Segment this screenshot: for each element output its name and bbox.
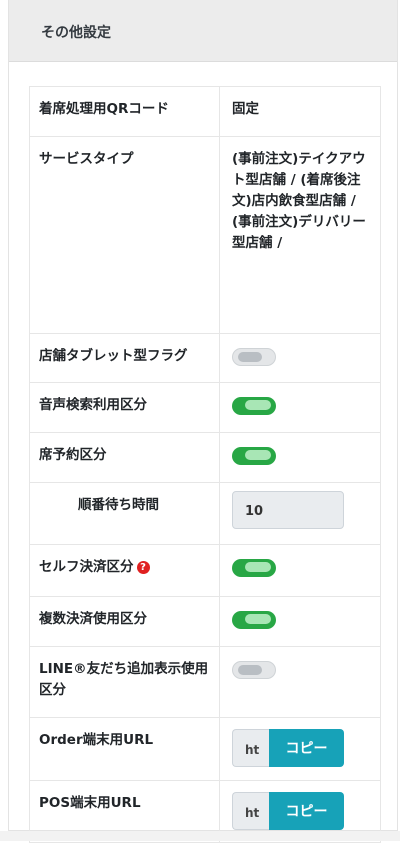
tablet-flag-toggle[interactable] xyxy=(232,348,276,366)
table-row: 音声検索利用区分 xyxy=(29,382,381,433)
multi-payment-label: 複数決済使用区分 xyxy=(29,596,220,647)
question-circle-icon[interactable]: ? xyxy=(136,561,150,574)
page-bottom-strip xyxy=(0,831,400,841)
table-row: セルフ決済区分? xyxy=(29,544,381,597)
order-url-input[interactable]: ht xyxy=(232,729,269,767)
table-row: LINE®友だち追加表示使用区分 xyxy=(29,646,381,718)
qr-code-value: 固定 xyxy=(219,86,381,137)
table-row: 店舗タブレット型フラグ xyxy=(29,333,381,383)
self-payment-cell: セルフ決済区分? xyxy=(29,544,220,597)
table-row: 着席処理用QRコード 固定 xyxy=(29,86,381,137)
seat-reservation-label: 席予約区分 xyxy=(29,432,220,483)
service-type-label: サービスタイプ xyxy=(29,136,220,334)
order-url-label: Order端末用URL xyxy=(29,717,220,781)
line-friend-toggle[interactable] xyxy=(232,661,276,679)
order-url-group: ht コピー xyxy=(232,729,344,767)
table-row: Order端末用URL ht コピー xyxy=(29,717,381,781)
voice-search-toggle[interactable] xyxy=(232,397,276,415)
other-settings-card: その他設定 着席処理用QRコード 固定 サービスタイプ (事前注文)テイクアウト… xyxy=(8,0,398,843)
table-row: 席予約区分 xyxy=(29,432,381,483)
settings-table: 着席処理用QRコード 固定 サービスタイプ (事前注文)テイクアウト型店舗 / … xyxy=(29,86,381,843)
pos-url-group: ht コピー xyxy=(232,792,344,830)
pos-url-input[interactable]: ht xyxy=(232,792,269,830)
voice-search-label: 音声検索利用区分 xyxy=(29,382,220,433)
self-payment-label: セルフ決済区分 xyxy=(39,559,134,575)
order-url-copy-button[interactable]: コピー xyxy=(269,729,344,767)
line-friend-label: LINE®友だち追加表示使用区分 xyxy=(29,646,220,718)
qr-code-label: 着席処理用QRコード xyxy=(29,86,220,137)
multi-payment-toggle[interactable] xyxy=(232,611,276,629)
self-payment-toggle[interactable] xyxy=(232,559,276,577)
table-row: 順番待ち時間 10 xyxy=(29,482,381,545)
table-row: サービスタイプ (事前注文)テイクアウト型店舗 / (着席後注文)店内飲食型店舗… xyxy=(29,136,381,334)
pos-url-copy-button[interactable]: コピー xyxy=(269,792,344,830)
wait-time-input[interactable]: 10 xyxy=(232,491,344,529)
wait-time-label: 順番待ち時間 xyxy=(29,482,220,545)
section-title: その他設定 xyxy=(9,0,397,62)
seat-reservation-toggle[interactable] xyxy=(232,447,276,465)
service-type-value: (事前注文)テイクアウト型店舗 / (着席後注文)店内飲食型店舗 / (事前注文… xyxy=(219,136,381,334)
table-row: 複数決済使用区分 xyxy=(29,596,381,647)
tablet-flag-label: 店舗タブレット型フラグ xyxy=(29,333,220,383)
